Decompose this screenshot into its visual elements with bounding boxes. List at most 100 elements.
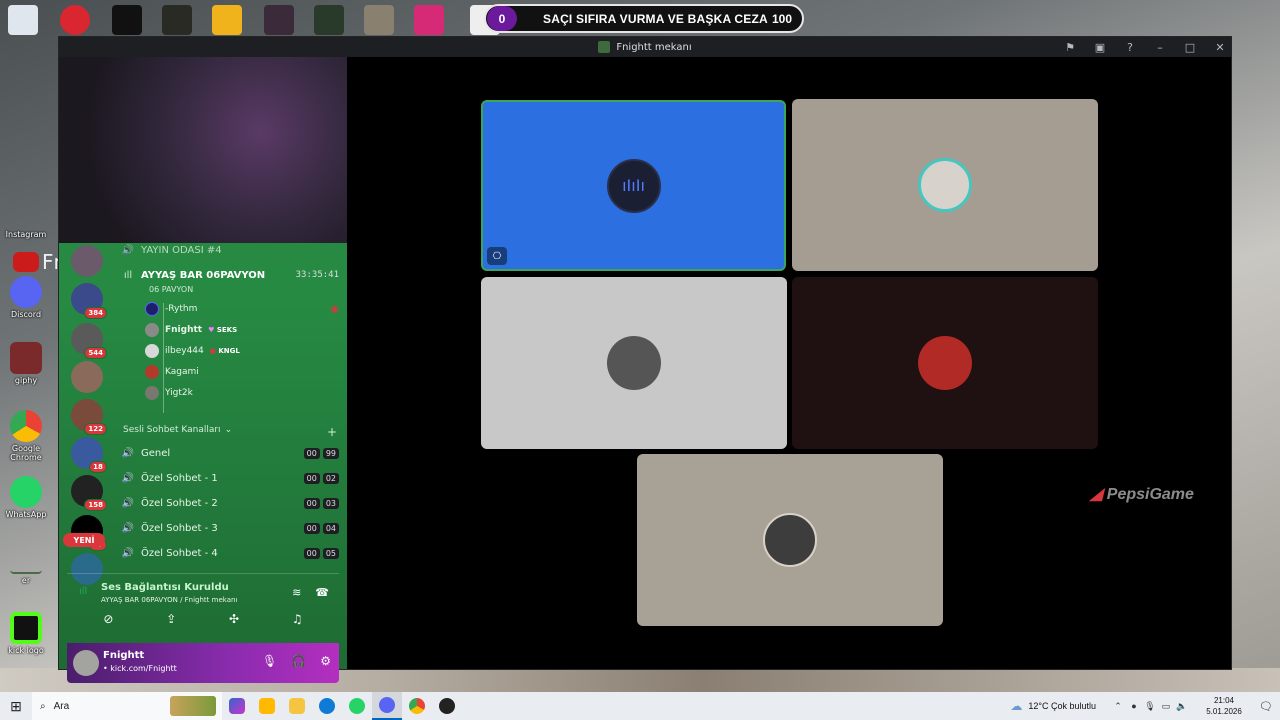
clock[interactable]: 21:04 5.01.2026 (1196, 695, 1252, 717)
taskbar-search[interactable]: ⌕ Ara (32, 692, 222, 720)
voice-activity-icon: ıll (123, 269, 133, 281)
discord-sidebar: 384 544 122 18 158 47 YENİ 🔊 (59, 57, 347, 683)
desktop-icon-whatsapp[interactable]: WhatsApp (4, 476, 48, 519)
soundboard-icon[interactable]: ♫ (292, 612, 303, 626)
desktop-icon-kick[interactable]: kick logo (4, 612, 48, 655)
settings-gear-icon[interactable]: ⚙ (320, 654, 331, 668)
video-tile[interactable] (481, 277, 787, 449)
help-icon[interactable]: ? (1123, 41, 1137, 54)
desktop-icon-label: WhatsApp (5, 510, 47, 519)
store-icon[interactable] (252, 692, 282, 720)
voice-member[interactable]: Kagami (145, 364, 339, 380)
activities-icon[interactable]: ✣ (229, 612, 239, 626)
add-channel-icon[interactable]: + (327, 425, 337, 439)
video-tile[interactable]: ıIıIı ⎔ (481, 100, 786, 271)
server-icon[interactable]: 122 (71, 399, 107, 435)
giphy-icon (10, 342, 42, 374)
video-tile[interactable] (792, 99, 1098, 271)
close-icon[interactable]: ✕ (1213, 41, 1227, 54)
window-title: Fnightt mekanı (616, 41, 692, 53)
disconnect-icon[interactable]: ☎ (315, 586, 329, 599)
desktop-icon-giphy[interactable]: giphy (4, 342, 48, 385)
voice-member[interactable]: ilbey444 ● KNGL (145, 343, 339, 359)
copilot-icon[interactable] (222, 692, 252, 720)
volume-icon[interactable]: 🔈 (1174, 701, 1190, 712)
voice-channel[interactable]: 🔊 Özel Sohbet - 3 00 04 (121, 520, 339, 536)
category-voice-channels[interactable]: Sesli Sohbet Kanalları ⌄ + (123, 425, 337, 439)
microphone-icon[interactable]: 🎙 (262, 654, 277, 668)
edge-icon[interactable] (312, 692, 342, 720)
shortcut-icon[interactable] (264, 5, 294, 35)
channel-list: 🔊 YAYIN ODASI #4 ıll AYYAŞ BAR 06PAVYON … (111, 243, 347, 573)
voice-channel[interactable]: 🔊 Özel Sohbet - 2 00 03 (121, 495, 339, 511)
avatar: ıIıIı (606, 158, 661, 213)
shortcut-icon[interactable] (314, 5, 344, 35)
overlay-title: SAÇI SIFIRA VURMA VE BAŞKA CEZA (543, 11, 768, 26)
video-tile[interactable] (792, 277, 1098, 449)
server-icon (598, 41, 611, 53)
microphone-icon[interactable]: 🎙 (1142, 701, 1158, 712)
webcam-overlay (59, 57, 347, 243)
camera-off-icon[interactable]: ⊘ (103, 612, 113, 626)
watermark-logo-icon: ◢ (1090, 486, 1103, 503)
network-icon[interactable]: ▭ (1158, 701, 1174, 712)
server-icon[interactable] (71, 361, 103, 393)
desktop-icon-discord[interactable]: Discord (4, 276, 48, 319)
server-icon[interactable]: 384 (71, 283, 107, 319)
app-shortcut-icon[interactable] (60, 5, 90, 35)
voice-channel[interactable]: 🔊 Özel Sohbet - 4 00 05 (121, 545, 339, 561)
mention-badge: 122 (84, 423, 107, 435)
voice-member[interactable]: Fnightt ♥ SEKS (145, 322, 339, 338)
signal-icon[interactable]: ıll (79, 586, 87, 597)
weather-widget[interactable]: ☁ 12°C Çok bulutlu (1010, 699, 1096, 713)
cloud-icon: ☁ (1010, 699, 1023, 713)
desktop-icon-chrome[interactable]: Google Chrome (4, 410, 48, 462)
maximize-icon[interactable]: □ (1183, 41, 1197, 54)
chrome-icon[interactable] (402, 692, 432, 720)
windows-taskbar: ⊞ ⌕ Ara ☁ 12°C Çok bulutlu ⌃ ● 🎙 ▭ 🔈 21:… (0, 692, 1280, 720)
instagram-icon[interactable] (414, 5, 444, 35)
server-icon[interactable]: 544 (71, 323, 107, 359)
server-icon[interactable] (71, 245, 103, 277)
screen-share-icon[interactable]: ▣ (1093, 41, 1107, 54)
voice-channel[interactable]: 🔊 Genel 00 99 (121, 445, 339, 461)
voice-member[interactable]: Yigt2k (145, 385, 339, 401)
desktop-icon-label: er (21, 576, 31, 585)
noise-suppression-icon[interactable]: ≋ (292, 586, 301, 599)
channel-counter: 00 99 (303, 447, 339, 459)
flag-icon[interactable]: ⚑ (1063, 41, 1077, 54)
call-timer: 33:35:41 (295, 270, 339, 280)
server-icon[interactable]: 18 (71, 437, 107, 473)
capcut-icon[interactable] (112, 5, 142, 35)
channel-active-voice[interactable]: ıll AYYAŞ BAR 06PAVYON 33:35:41 (121, 267, 339, 283)
minimize-icon[interactable]: – (1153, 41, 1167, 54)
file-explorer-icon[interactable] (282, 692, 312, 720)
desktop-icon-er[interactable]: er (4, 566, 48, 585)
obs-tray-icon[interactable]: ● (1126, 701, 1142, 711)
video-tile[interactable] (637, 454, 943, 626)
game-shortcut-icon[interactable] (162, 5, 192, 35)
channel-name: Özel Sohbet - 1 (141, 472, 218, 484)
desktop-icon-instagram[interactable]: Instagram (4, 228, 48, 239)
screen-share-icon[interactable]: ⇪ (166, 612, 176, 626)
channel-name: Özel Sohbet - 3 (141, 522, 218, 534)
discord-icon[interactable] (372, 692, 402, 720)
speaker-icon: 🔊 (121, 547, 135, 559)
search-highlight-image (170, 696, 216, 716)
desktop-icon-label: giphy (14, 376, 38, 385)
windows-start-icon[interactable]: ⊞ (0, 692, 32, 720)
voice-member[interactable]: -Rythm ◉ (145, 301, 339, 317)
whatsapp-icon[interactable] (342, 692, 372, 720)
new-badge: YENİ (63, 533, 105, 547)
server-icon[interactable]: 158 (71, 475, 107, 511)
shortcut-icon[interactable] (364, 5, 394, 35)
recycle-bin-icon[interactable] (8, 5, 38, 35)
obs-icon[interactable] (432, 692, 462, 720)
rockstar-icon[interactable] (212, 5, 242, 35)
chevron-up-icon[interactable]: ⌃ (1110, 701, 1126, 712)
voice-channel[interactable]: 🔊 Özel Sohbet - 1 00 02 (121, 470, 339, 486)
headphones-icon[interactable]: 🎧 (291, 654, 306, 668)
notification-icon[interactable]: 🗨 (1252, 700, 1280, 713)
avatar[interactable] (73, 650, 99, 676)
channel-yayin-odasi[interactable]: 🔊 YAYIN ODASI #4 (121, 242, 339, 258)
